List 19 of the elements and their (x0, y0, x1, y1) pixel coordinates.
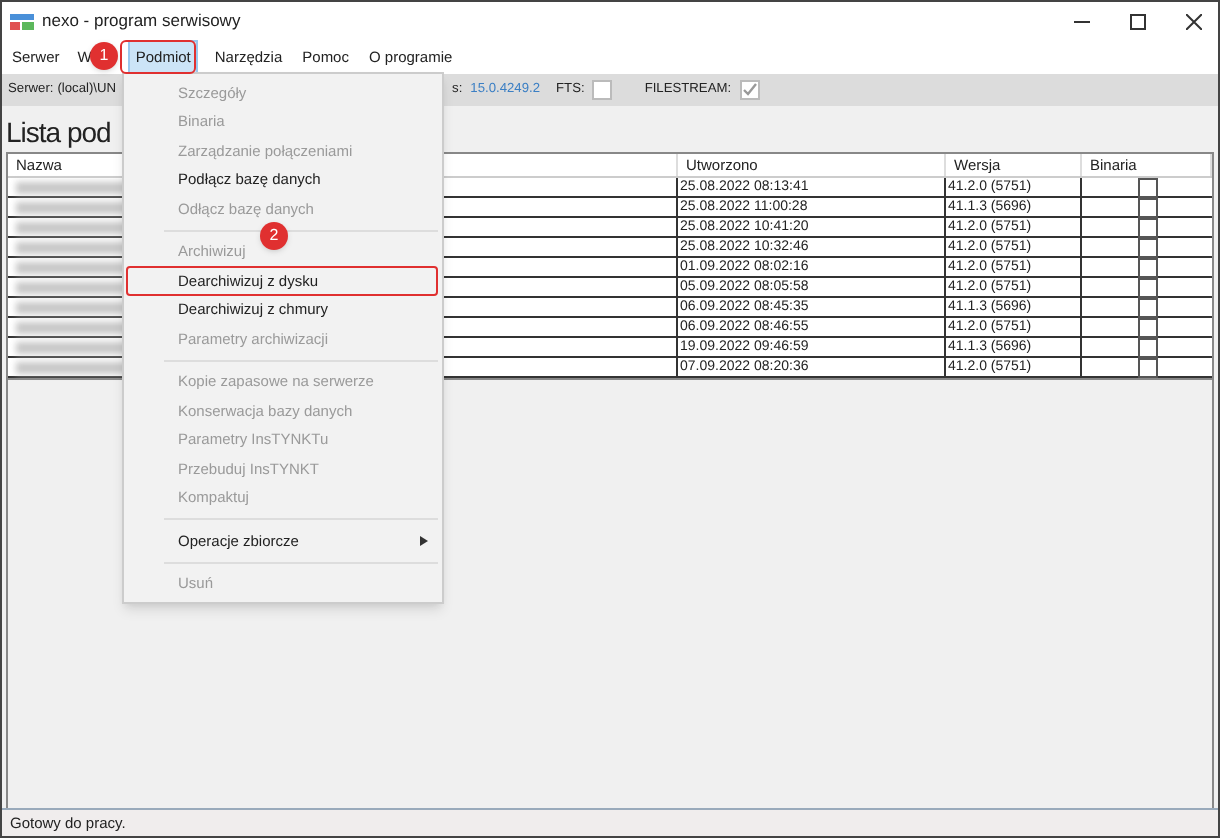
window-title: nexo - program serwisowy (42, 8, 241, 34)
checkbox[interactable] (592, 80, 613, 100)
checkbox[interactable] (1137, 257, 1157, 277)
close-icon[interactable] (1186, 13, 1202, 29)
page-heading: Lista pod (6, 116, 111, 148)
app-logo-icon (10, 13, 34, 29)
checkbox[interactable] (1137, 357, 1157, 377)
submenu-arrow-icon (420, 535, 428, 546)
checkbox[interactable] (1137, 317, 1157, 337)
maximize-icon[interactable] (1130, 13, 1146, 29)
checkbox[interactable] (1137, 177, 1157, 197)
checkbox[interactable] (739, 80, 760, 100)
checkbox[interactable] (1137, 297, 1157, 317)
checkbox[interactable] (1137, 197, 1157, 217)
checkbox[interactable] (1137, 337, 1157, 357)
highlight-frame (120, 40, 196, 74)
checkbox[interactable] (1137, 237, 1157, 257)
checkbox[interactable] (1137, 277, 1157, 297)
checkbox[interactable] (1137, 217, 1157, 237)
